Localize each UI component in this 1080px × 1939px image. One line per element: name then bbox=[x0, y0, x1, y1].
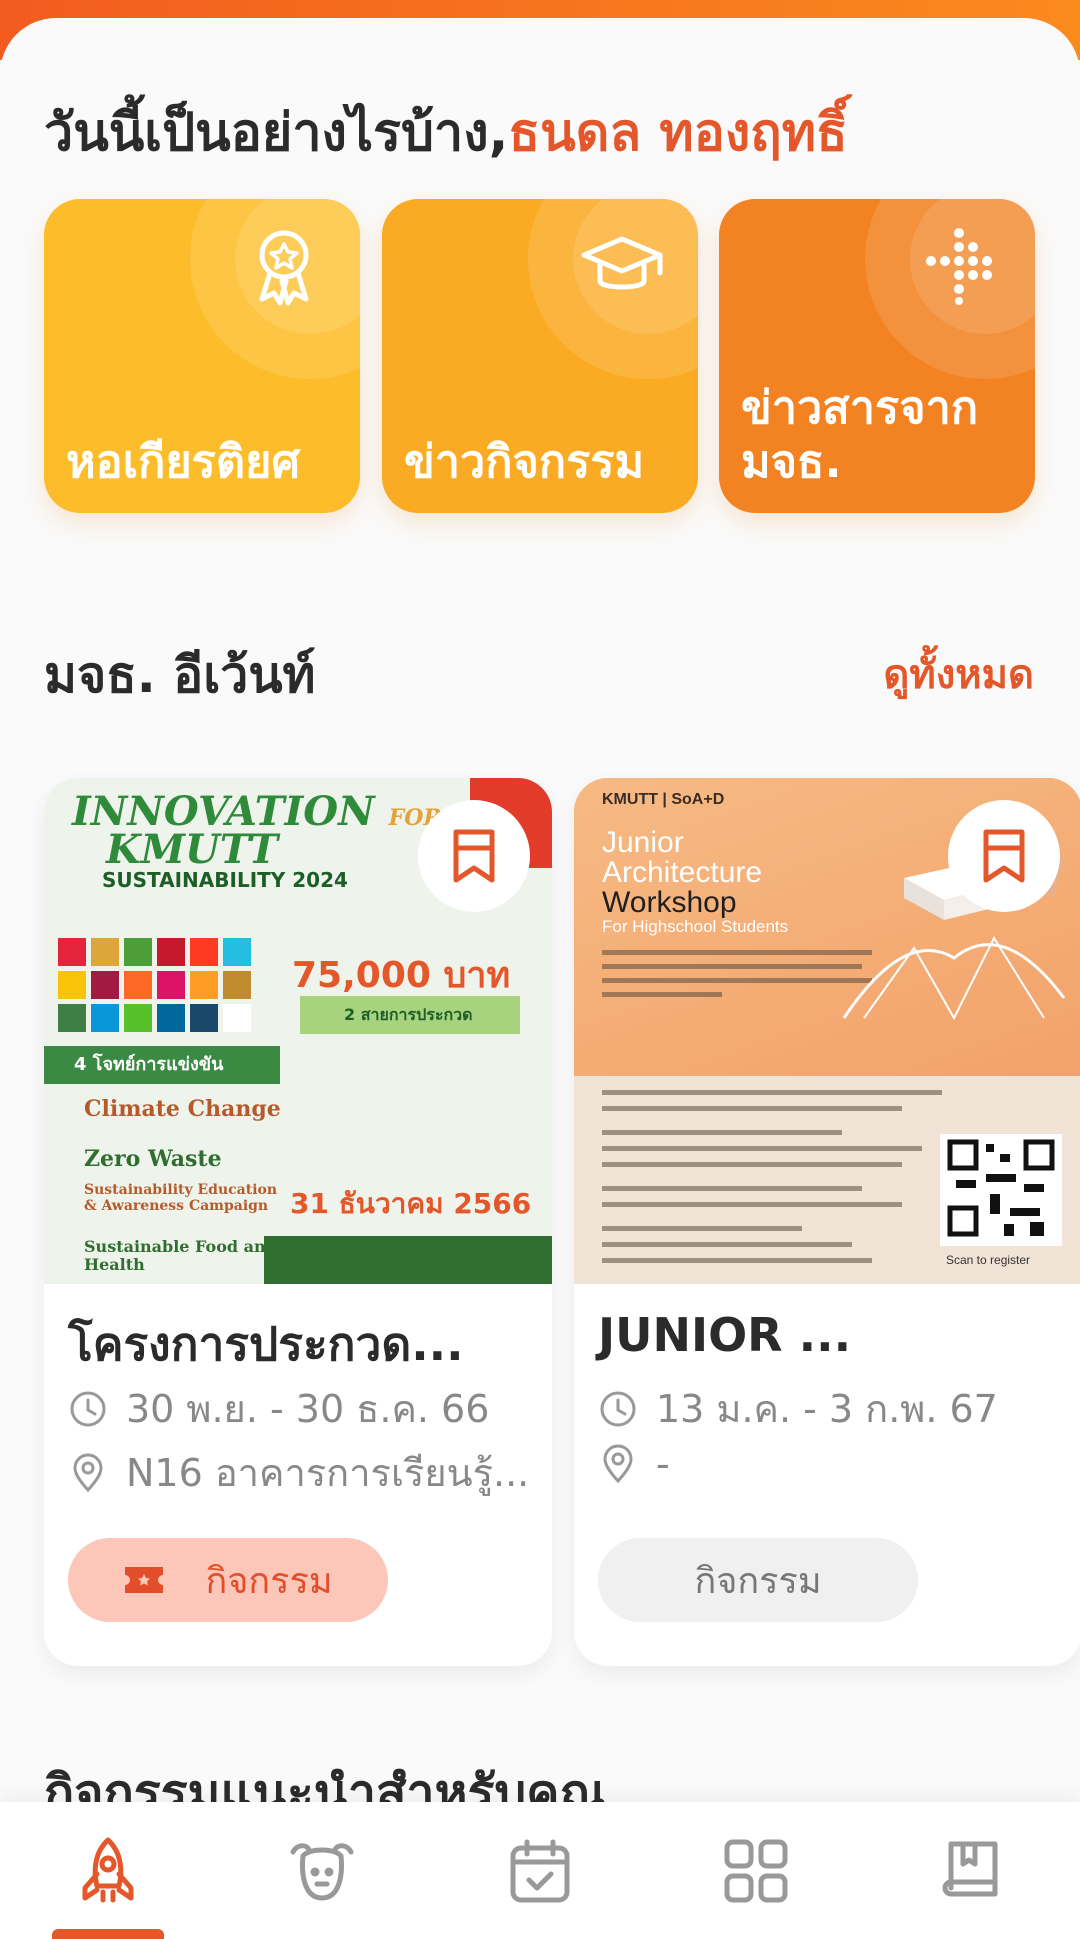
user-name: ธนดล ทองฤทธิ์ bbox=[508, 103, 848, 163]
poster-headline: KMUTT bbox=[106, 826, 279, 873]
event-location-row: - bbox=[598, 1442, 670, 1486]
main-sheet: วันนี้เป็นอย่างไรบ้าง,ธนดล ทองฤทธิ์ หอเก… bbox=[0, 18, 1080, 1939]
tile-kmutt-news[interactable]: ข่าวสารจาก มจธ. bbox=[719, 199, 1035, 513]
event-date: 13 ม.ค. - 3 ก.พ. 67 bbox=[656, 1387, 998, 1431]
tile-label: หอเกียรติยศ bbox=[66, 435, 301, 488]
poster-footer-band bbox=[264, 1236, 552, 1284]
bottom-nav bbox=[0, 1802, 1080, 1939]
tile-activity-news[interactable]: ข่าวกิจกรรม bbox=[382, 199, 698, 513]
poster-topic: Sustainable Food and Health bbox=[84, 1237, 277, 1274]
poster-text-line bbox=[602, 1162, 902, 1167]
poster-text-line bbox=[602, 1146, 922, 1151]
poster-text-line bbox=[602, 1258, 872, 1263]
poster-text-line bbox=[602, 1186, 862, 1191]
event-date: 30 พ.ย. - 30 ธ.ค. 66 bbox=[126, 1387, 490, 1431]
nav-calendar[interactable] bbox=[488, 1802, 592, 1939]
bookmark-icon bbox=[453, 829, 495, 883]
poster-headline: Junior bbox=[602, 826, 684, 859]
poster-text-line bbox=[602, 1130, 842, 1135]
dog-face-icon bbox=[290, 1842, 354, 1900]
book-icon bbox=[942, 1841, 998, 1896]
poster-headline: Architecture bbox=[602, 856, 763, 889]
poster-deadline: 31 ธันวาคม 2566 bbox=[290, 1187, 532, 1220]
event-location: - bbox=[656, 1442, 670, 1486]
sdg-icons bbox=[58, 938, 254, 1032]
poster-tracks: 2 สายการประกวด bbox=[300, 996, 520, 1034]
event-title: JUNIOR ... bbox=[598, 1308, 852, 1362]
poster-text-line bbox=[602, 1202, 902, 1207]
events-section-title: มจธ. อีเว้นท์ bbox=[44, 646, 316, 704]
poster-scan-label: Scan to register bbox=[946, 1253, 1031, 1267]
see-all-link[interactable]: ดูทั้งหมด bbox=[883, 642, 1034, 706]
poster-topic: Zero Waste bbox=[84, 1146, 222, 1172]
poster-text-line bbox=[602, 1242, 852, 1247]
nav-home[interactable] bbox=[52, 1802, 164, 1939]
tile-label: ข่าวสารจาก มจธ. bbox=[741, 381, 979, 488]
greeting: วันนี้เป็นอย่างไรบ้าง,ธนดล ทองฤทธิ์ bbox=[44, 90, 848, 173]
award-ribbon-icon bbox=[259, 230, 309, 306]
dots-cross-icon bbox=[926, 228, 992, 305]
location-pin-icon bbox=[73, 1453, 103, 1492]
bookmark-button[interactable] bbox=[948, 800, 1060, 912]
category-tag[interactable]: กิจกรรม bbox=[598, 1538, 918, 1622]
poster-topic: Sustainability Education & Awareness Cam… bbox=[84, 1182, 278, 1215]
greeting-text: วันนี้เป็นอย่างไรบ้าง, bbox=[44, 103, 509, 163]
rocket-icon bbox=[82, 1837, 134, 1902]
location-pin-icon bbox=[603, 1444, 633, 1484]
poster-text-line bbox=[602, 1090, 942, 1095]
poster-prize: 75,000 บาท bbox=[292, 955, 511, 996]
event-location: N16 อาคารการเรียนรู้... bbox=[126, 1451, 530, 1495]
poster-topic: Climate Change bbox=[84, 1096, 281, 1122]
category-tag-label: กิจกรรม bbox=[205, 1560, 333, 1602]
calendar-check-icon bbox=[510, 1839, 570, 1902]
poster-subheadline: SUSTAINABILITY 2024 bbox=[102, 868, 348, 892]
bookmark-icon bbox=[983, 829, 1025, 883]
nav-apps[interactable] bbox=[704, 1802, 808, 1939]
event-card[interactable]: KMUTT | SoA+D Junior Architecture Worksh… bbox=[574, 778, 1080, 1666]
bookmark-button[interactable] bbox=[418, 800, 530, 912]
poster-challenges: 4 โจทย์การแข่งขัน bbox=[44, 1046, 280, 1084]
ticket-icon bbox=[125, 1567, 164, 1593]
poster-headline: Workshop bbox=[602, 886, 737, 919]
clock-icon bbox=[70, 1391, 106, 1426]
event-title: โครงการประกวด... bbox=[68, 1317, 464, 1371]
tile-label: ข่าวกิจกรรม bbox=[404, 435, 645, 488]
clock-icon bbox=[600, 1391, 636, 1426]
event-date-row: 13 ม.ค. - 3 ก.พ. 67 bbox=[598, 1378, 998, 1439]
poster-sub: For Highschool Students bbox=[602, 917, 789, 936]
event-location-row: N16 อาคารการเรียนรู้... bbox=[68, 1442, 529, 1503]
graduation-cap-icon bbox=[581, 236, 663, 290]
tile-hall-of-fame[interactable]: หอเกียรติยศ bbox=[44, 199, 360, 513]
qr-code bbox=[940, 1134, 1062, 1246]
poster-text-line bbox=[602, 1226, 802, 1231]
category-tag-label: กิจกรรม bbox=[694, 1560, 822, 1602]
grid-icon bbox=[724, 1839, 788, 1902]
poster-text-line bbox=[602, 992, 722, 997]
nav-book[interactable] bbox=[920, 1802, 1024, 1939]
event-date-row: 30 พ.ย. - 30 ธ.ค. 66 bbox=[68, 1378, 489, 1439]
nav-active-indicator bbox=[52, 1929, 164, 1939]
event-card[interactable]: INNOVATION FOR KMUTT SUSTAINABILITY 2024… bbox=[44, 778, 552, 1666]
poster-brand: KMUTT | SoA+D bbox=[602, 791, 725, 808]
poster-text-line bbox=[602, 1106, 902, 1111]
nav-mascot[interactable] bbox=[270, 1802, 374, 1939]
poster-text-line bbox=[602, 964, 862, 969]
category-tag[interactable]: กิจกรรม bbox=[68, 1538, 388, 1622]
